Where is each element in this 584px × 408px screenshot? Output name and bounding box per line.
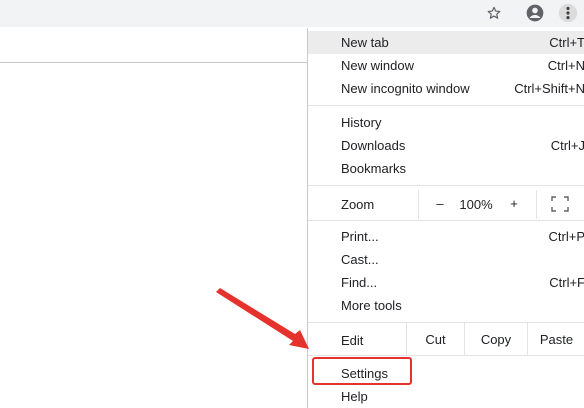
annotation-arrow	[216, 288, 309, 349]
